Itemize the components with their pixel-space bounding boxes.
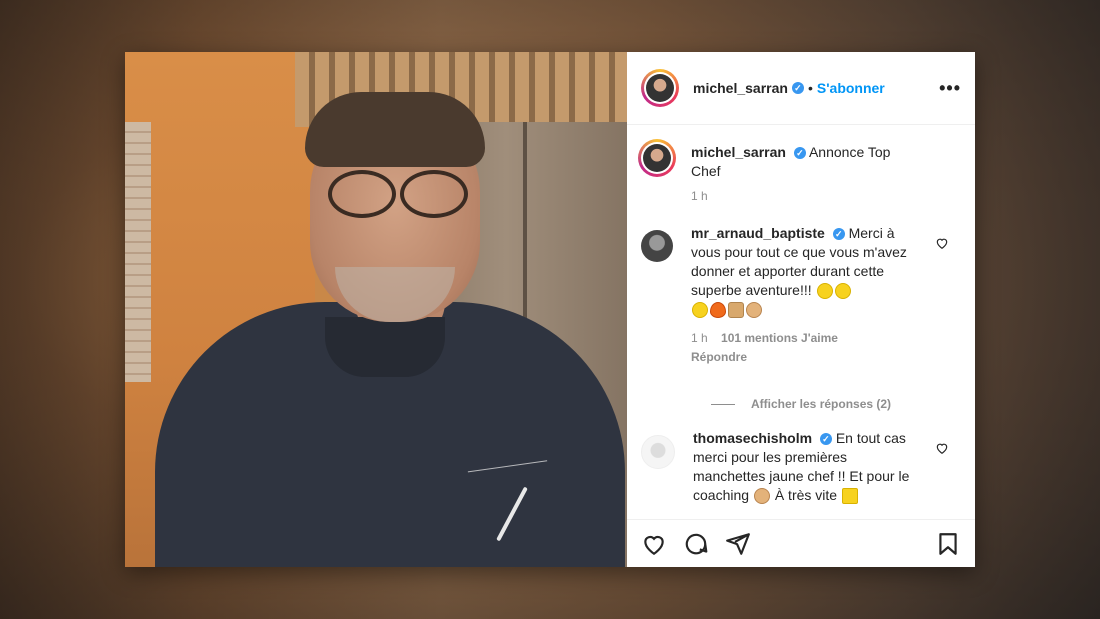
yellow-square-emoji-icon <box>841 488 858 505</box>
comment-likes[interactable]: 101 mentions J'aime <box>721 331 838 345</box>
action-bar <box>627 519 975 567</box>
view-replies-label: Afficher les réponses (2) <box>751 397 892 411</box>
reply-button[interactable]: Répondre <box>691 350 747 364</box>
caption-time[interactable]: 1 h <box>691 187 921 206</box>
post-photo[interactable] <box>125 52 627 567</box>
avatar[interactable] <box>641 435 675 469</box>
verified-badge-icon: ✓ <box>793 147 806 160</box>
post-sidebar: michel_sarran ✓ • S'abonner ••• michel_s… <box>627 52 975 567</box>
yellow-circle-emoji-icon <box>692 302 708 319</box>
view-replies-button[interactable]: Afficher les réponses (2) <box>711 397 961 411</box>
comment-text-end: À très vite <box>774 487 838 503</box>
paper-plane-icon[interactable] <box>725 531 751 557</box>
ok-hand-emoji-icon <box>746 302 762 319</box>
fire-emoji-icon <box>710 302 726 319</box>
post-header: michel_sarran ✓ • S'abonner ••• <box>627 52 975 125</box>
caption-username[interactable]: michel_sarran <box>691 144 786 160</box>
avatar[interactable] <box>641 230 673 262</box>
comment: thomasechisholm ✓ En tout cas merci pour… <box>641 429 961 505</box>
comment: mr_arnaud_baptiste ✓ Merci à vous pour t… <box>641 224 961 367</box>
comment-time[interactable]: 1 h <box>691 331 708 345</box>
victory-hand-emoji-icon <box>753 488 770 505</box>
separator-dot: • <box>807 80 813 96</box>
avatar[interactable] <box>638 139 676 177</box>
glasses <box>320 170 470 218</box>
comment-bubble-icon[interactable] <box>683 531 709 557</box>
verified-badge-icon: ✓ <box>819 433 832 446</box>
post-username[interactable]: michel_sarran <box>693 80 788 96</box>
comment-username[interactable]: thomasechisholm <box>693 430 812 446</box>
caption: michel_sarran ✓ Annonce Top Chef 1 h <box>638 139 961 206</box>
comments-section[interactable]: michel_sarran ✓ Annonce Top Chef 1 h mr_… <box>627 125 975 519</box>
follow-button[interactable]: S'abonner <box>817 80 885 96</box>
verified-badge-icon: ✓ <box>791 82 804 94</box>
comment-username[interactable]: mr_arnaud_baptiste <box>691 225 825 241</box>
yellow-circle-emoji-icon <box>816 283 833 300</box>
flexed-biceps-emoji-icon <box>728 302 744 319</box>
verified-badge-icon: ✓ <box>832 228 845 241</box>
instagram-post-card: michel_sarran ✓ • S'abonner ••• michel_s… <box>125 52 975 567</box>
bookmark-icon[interactable] <box>935 531 961 557</box>
yellow-circle-emoji-icon <box>834 283 851 300</box>
heart-icon[interactable] <box>935 236 949 250</box>
heart-icon[interactable] <box>935 441 949 455</box>
heart-icon[interactable] <box>641 531 667 557</box>
more-options-icon[interactable]: ••• <box>939 78 961 99</box>
avatar[interactable] <box>641 69 679 107</box>
